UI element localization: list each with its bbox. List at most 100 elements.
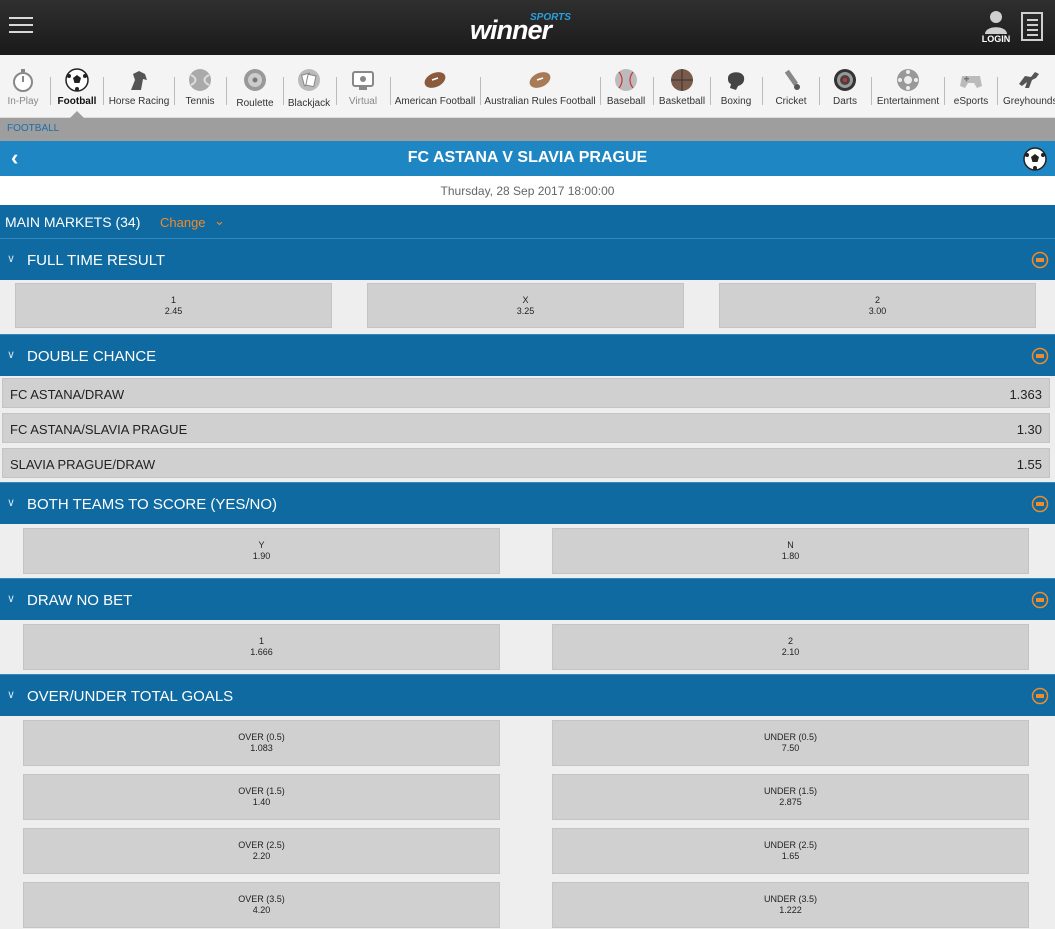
change-markets-button[interactable]: Change: [160, 215, 206, 230]
sport-label: Boxing: [720, 96, 752, 107]
sport-entertainment[interactable]: Entertainment: [874, 55, 942, 117]
betslip-icon[interactable]: [1019, 12, 1043, 42]
logo[interactable]: SPORTS winner: [470, 12, 571, 44]
outcome-label: OVER (0.5): [238, 732, 285, 742]
section-title: BOTH TEAMS TO SCORE (YES/NO): [27, 496, 278, 513]
sport-virtual[interactable]: Virtual: [339, 55, 387, 117]
horse-icon: [131, 71, 147, 90]
top-header: SPORTS winner LOGIN: [0, 0, 1055, 55]
section-title: DRAW NO BET: [27, 592, 133, 609]
outcome-button[interactable]: 1 2.45: [15, 283, 332, 328]
sport-boxing[interactable]: Boxing: [713, 55, 759, 117]
sport-greyhounds[interactable]: Greyhounds: [1000, 55, 1055, 117]
outcome-button[interactable]: OVER (1.5) 1.40: [23, 774, 500, 820]
outcome-button[interactable]: UNDER (3.5) 1.222: [552, 882, 1029, 928]
sport-label: In-Play: [7, 96, 39, 107]
section-full-time-result[interactable]: ∨ FULL TIME RESULT: [0, 238, 1055, 280]
outcome-button[interactable]: X 3.25: [367, 283, 684, 328]
outcome-odds: 4.20: [252, 905, 271, 915]
outcome-odds: 1.222: [779, 905, 802, 915]
event-date-bar: Thursday, 28 Sep 2017 18:00:00: [0, 176, 1055, 205]
sport-cricket[interactable]: Cricket: [765, 55, 817, 117]
sport-esports[interactable]: eSports: [947, 55, 995, 117]
outcome-odds: 1.40: [252, 797, 271, 807]
outcome-label: Y: [258, 540, 265, 550]
outcome-button[interactable]: 1 1.666: [23, 624, 500, 670]
stopwatch-icon: [13, 69, 33, 92]
markets-header: MAIN MARKETS (34) Change ⌄: [0, 205, 1055, 238]
section-draw-no-bet[interactable]: ∨ DRAW NO BET: [0, 578, 1055, 620]
outcome-button[interactable]: OVER (2.5) 2.20: [23, 828, 500, 874]
outcome-button[interactable]: UNDER (1.5) 2.875: [552, 774, 1029, 820]
divider: [50, 77, 51, 105]
sport-label: Football: [57, 96, 97, 107]
sport-football[interactable]: Football: [53, 55, 101, 117]
sport-baseball[interactable]: Baseball: [603, 55, 649, 117]
menu-icon[interactable]: [9, 17, 33, 37]
divider: [944, 77, 945, 105]
selection-row[interactable]: FC ASTANA/DRAW 1.363: [2, 378, 1050, 408]
aussie-rules-icon: [529, 72, 551, 88]
breadcrumb[interactable]: FOOTBALL: [7, 123, 59, 134]
section-both-teams-to-score[interactable]: ∨ BOTH TEAMS TO SCORE (YES/NO): [0, 482, 1055, 524]
selection-odds: 1.30: [1016, 422, 1042, 437]
outcome-label: 1: [258, 636, 264, 646]
stats-icon[interactable]: [1031, 591, 1049, 609]
outcome-odds: 1.65: [781, 851, 800, 861]
outcome-button[interactable]: N 1.80: [552, 528, 1029, 574]
section-over-under-goals[interactable]: ∨ OVER/UNDER TOTAL GOALS: [0, 674, 1055, 716]
boxing-glove-icon: [728, 72, 745, 90]
divider: [997, 77, 998, 105]
outcome-label: OVER (1.5): [238, 786, 285, 796]
stats-icon[interactable]: [1031, 687, 1049, 705]
sport-tennis[interactable]: Tennis: [177, 55, 223, 117]
baseball-icon: [615, 69, 637, 91]
outcome-button[interactable]: 2 2.10: [552, 624, 1029, 670]
sport-australian-rules[interactable]: Australian Rules Football: [483, 55, 597, 117]
outcome-button[interactable]: UNDER (2.5) 1.65: [552, 828, 1029, 874]
stats-icon[interactable]: [1031, 251, 1049, 269]
stats-icon[interactable]: [1031, 495, 1049, 513]
chevron-down-icon[interactable]: ⌄: [214, 213, 225, 229]
greyhound-icon: [1019, 72, 1039, 88]
chevron-down-icon: ∨: [7, 253, 16, 265]
sport-basketball[interactable]: Basketball: [656, 55, 708, 117]
event-title: FC ASTANA V SLAVIA PRAGUE: [407, 149, 648, 166]
divider: [283, 77, 284, 105]
divider: [174, 77, 175, 105]
outcome-odds: 2.45: [164, 306, 183, 316]
outcome-button[interactable]: OVER (0.5) 1.083: [23, 720, 500, 766]
tennis-ball-icon: [189, 69, 211, 91]
selection-row[interactable]: SLAVIA PRAGUE/DRAW 1.55: [2, 448, 1050, 478]
chevron-down-icon: ∨: [7, 593, 16, 605]
roulette-icon: [244, 69, 266, 91]
outcome-button[interactable]: UNDER (0.5) 7.50: [552, 720, 1029, 766]
sport-darts[interactable]: Darts: [822, 55, 868, 117]
sport-american-football[interactable]: American Football: [393, 55, 477, 117]
outcome-button[interactable]: OVER (3.5) 4.20: [23, 882, 500, 928]
virtual-icon: [352, 71, 374, 90]
sport-label: Blackjack: [287, 98, 331, 109]
selection-label: FC ASTANA/DRAW: [10, 387, 125, 402]
stats-icon[interactable]: [1031, 347, 1049, 365]
breadcrumb-bar: FOOTBALL: [0, 118, 1055, 141]
login-button[interactable]: LOGIN: [980, 10, 1012, 46]
divider: [226, 77, 227, 105]
chevron-down-icon: ∨: [7, 349, 16, 361]
section-double-chance[interactable]: ∨ DOUBLE CHANCE: [0, 334, 1055, 376]
outcome-odds: 1.80: [781, 551, 800, 561]
outcome-button[interactable]: Y 1.90: [23, 528, 500, 574]
selection-odds: 1.55: [1016, 457, 1042, 472]
sport-in-play[interactable]: In-Play: [0, 55, 46, 117]
outcome-odds: 2.20: [252, 851, 271, 861]
sports-nav: In-Play Football Horse Racing Tennis Rou…: [0, 55, 1055, 118]
selection-row[interactable]: FC ASTANA/SLAVIA PRAGUE 1.30: [2, 413, 1050, 443]
outcome-button[interactable]: 2 3.00: [719, 283, 1036, 328]
sport-horse-racing[interactable]: Horse Racing: [106, 55, 172, 117]
sport-roulette[interactable]: Roulette: [229, 55, 281, 117]
login-label: LOGIN: [981, 34, 1011, 44]
sport-blackjack[interactable]: Blackjack: [285, 55, 333, 117]
sport-label: Basketball: [658, 96, 706, 107]
divider: [103, 77, 104, 105]
sport-label: Horse Racing: [108, 96, 170, 107]
